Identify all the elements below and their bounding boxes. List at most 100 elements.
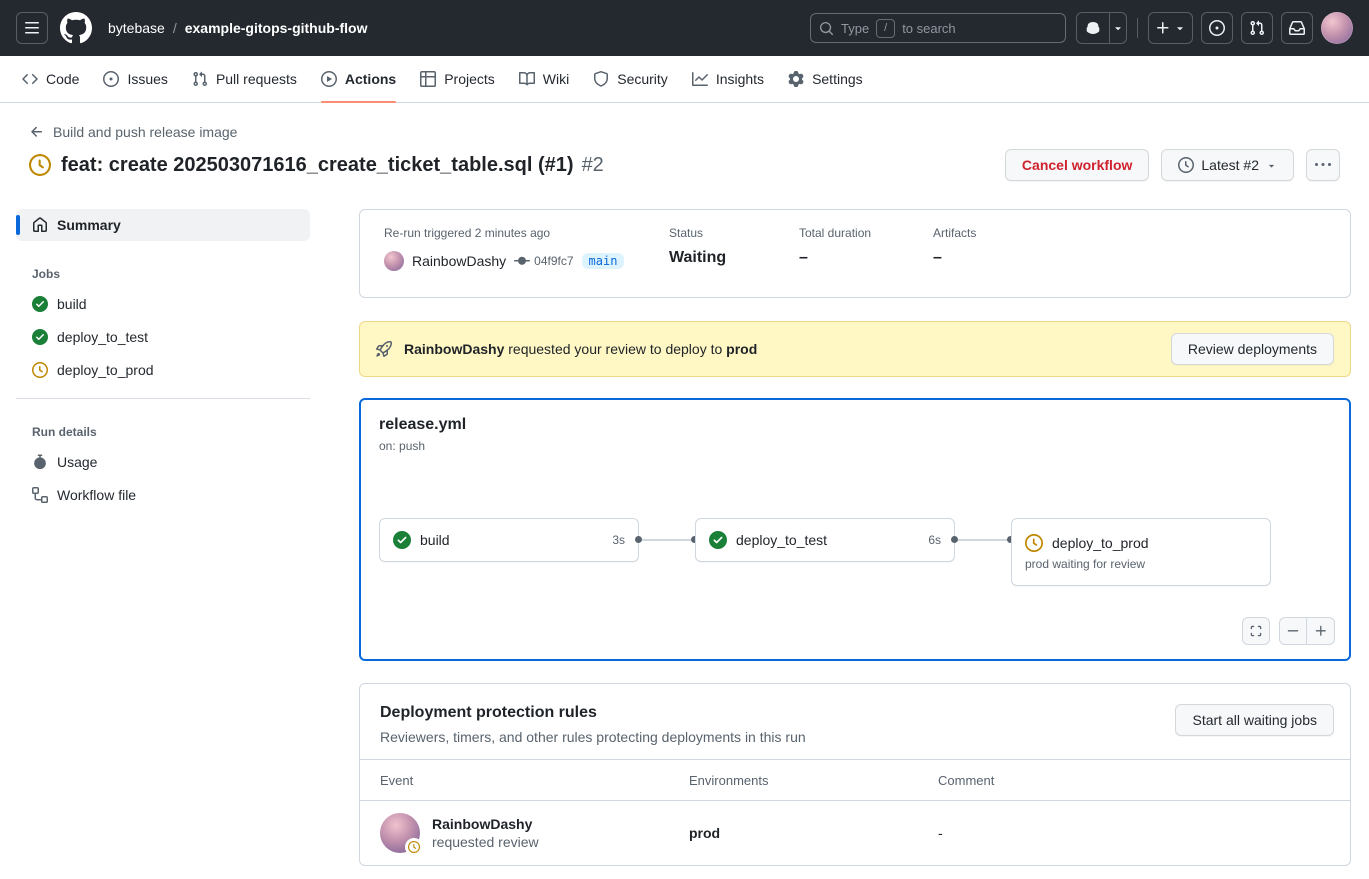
clock-icon	[1178, 157, 1194, 173]
tab-code[interactable]: Code	[12, 56, 89, 102]
github-logo[interactable]	[60, 12, 92, 44]
breadcrumb-org[interactable]: bytebase	[108, 20, 165, 36]
reviewer-avatar[interactable]	[380, 813, 420, 853]
issues-button[interactable]	[1201, 12, 1233, 44]
create-new-button[interactable]	[1148, 12, 1193, 44]
global-search-input[interactable]: Type / to search	[810, 13, 1066, 43]
workflow-graph-card: release.yml on: push build 3s deploy_to_…	[359, 398, 1351, 661]
graph-node-deploy-to-test[interactable]: deploy_to_test 6s	[695, 518, 955, 562]
tab-issues[interactable]: Issues	[93, 56, 177, 102]
sidebar-job-deploy-to-prod[interactable]: deploy_to_prod	[16, 353, 310, 386]
arrow-left-icon	[29, 124, 45, 140]
event-action: requested review	[432, 834, 539, 850]
workflow-file-name: release.yml	[379, 416, 1331, 434]
banner-actor: RainbowDashy	[404, 341, 504, 357]
actor-avatar[interactable]	[384, 251, 404, 271]
start-all-waiting-jobs-button[interactable]: Start all waiting jobs	[1175, 704, 1334, 736]
rules-header-text: Deployment protection rules Reviewers, t…	[380, 704, 806, 745]
jobs-heading: Jobs	[16, 267, 310, 281]
sidebar-workflow-file-label: Workflow file	[57, 487, 136, 503]
zoom-in-button[interactable]	[1307, 617, 1335, 645]
graph-node-build[interactable]: build 3s	[379, 518, 639, 562]
review-deployments-button[interactable]: Review deployments	[1171, 333, 1334, 365]
banner-message: requested your review to deploy to	[504, 341, 726, 357]
commit-ref[interactable]: 04f9fc7	[514, 253, 573, 269]
copilot-menu-caret[interactable]	[1109, 13, 1126, 43]
connector-line	[958, 539, 1008, 541]
graph-node-deploy-to-prod[interactable]: deploy_to_prod prod waiting for review	[1011, 518, 1271, 586]
inbox-icon	[1289, 20, 1305, 36]
copilot-button[interactable]	[1076, 12, 1127, 44]
run-options-kebab-button[interactable]	[1306, 149, 1340, 181]
zoom-controls	[1279, 617, 1335, 645]
sidebar-item-summary[interactable]: Summary	[16, 209, 310, 241]
back-link[interactable]: Build and push release image	[29, 124, 237, 140]
graph-header: release.yml on: push	[361, 400, 1349, 453]
user-avatar[interactable]	[1321, 12, 1353, 44]
connector-dot	[951, 536, 958, 543]
tab-insights[interactable]: Insights	[682, 56, 774, 102]
stopwatch-icon	[32, 454, 48, 470]
tab-label: Projects	[444, 71, 495, 87]
review-request-text: RainbowDashy requested your review to de…	[404, 341, 1159, 357]
branch-badge[interactable]: main	[582, 253, 625, 269]
screen-full-icon	[1249, 624, 1263, 638]
duration-label: Total duration	[799, 226, 933, 240]
rules-subtitle: Reviewers, timers, and other rules prote…	[380, 729, 806, 745]
connector-line	[642, 539, 692, 541]
check-circle-icon	[32, 296, 48, 312]
shield-icon	[593, 71, 609, 87]
artifacts-value: –	[933, 249, 1326, 267]
git-pull-request-icon	[192, 71, 208, 87]
sidebar-item-workflow-file[interactable]: Workflow file	[16, 478, 310, 511]
zoom-out-button[interactable]	[1279, 617, 1307, 645]
tab-label: Actions	[345, 71, 396, 87]
check-circle-icon	[32, 329, 48, 345]
column-header-environments: Environments	[689, 773, 938, 788]
graph-node-duration: 6s	[928, 533, 941, 547]
connector-dot	[635, 536, 642, 543]
cancel-workflow-button[interactable]: Cancel workflow	[1005, 149, 1149, 181]
git-commit-icon	[514, 253, 530, 269]
breadcrumb-repo[interactable]: example-gitops-github-flow	[185, 20, 368, 36]
tab-wiki[interactable]: Wiki	[509, 56, 579, 102]
rules-title: Deployment protection rules	[380, 704, 806, 722]
header-divider	[1137, 18, 1138, 38]
event-cell: RainbowDashy requested review	[380, 813, 689, 853]
search-placeholder-prefix: Type	[841, 21, 869, 36]
column-header-event: Event	[380, 773, 689, 788]
sidebar-job-build[interactable]: build	[16, 287, 310, 320]
pull-requests-button[interactable]	[1241, 12, 1273, 44]
tab-label: Pull requests	[216, 71, 297, 87]
fullscreen-button[interactable]	[1242, 617, 1270, 645]
graph-node-label: deploy_to_prod	[1052, 535, 1149, 551]
issue-opened-icon	[1209, 20, 1225, 36]
sidebar-summary-label: Summary	[57, 217, 121, 233]
tab-security[interactable]: Security	[583, 56, 678, 102]
graph-node-label: build	[420, 532, 450, 548]
tab-actions[interactable]: Actions	[311, 56, 406, 102]
tab-pull-requests[interactable]: Pull requests	[182, 56, 307, 102]
tab-projects[interactable]: Projects	[410, 56, 505, 102]
reviewer-name[interactable]: RainbowDashy	[432, 816, 539, 832]
tab-settings[interactable]: Settings	[778, 56, 873, 102]
chevron-down-icon	[1266, 160, 1277, 171]
play-icon	[321, 71, 337, 87]
graph-icon	[692, 71, 708, 87]
latest-run-dropdown[interactable]: Latest #2	[1161, 149, 1294, 181]
graph-node-duration: 3s	[612, 533, 625, 547]
artifacts-label: Artifacts	[933, 226, 1326, 240]
run-main: Re-run triggered 2 minutes ago RainbowDa…	[359, 209, 1351, 866]
hamburger-button[interactable]	[16, 12, 48, 44]
check-circle-icon	[393, 531, 411, 549]
home-icon	[32, 217, 48, 233]
comment-cell: -	[938, 825, 1350, 841]
trigger-text: Re-run triggered 2 minutes ago	[384, 226, 669, 240]
inbox-button[interactable]	[1281, 12, 1313, 44]
run-actions: Cancel workflow Latest #2	[1005, 149, 1340, 181]
sidebar-item-usage[interactable]: Usage	[16, 445, 310, 478]
sidebar-job-deploy-to-test[interactable]: deploy_to_test	[16, 320, 310, 353]
plus-icon	[1155, 20, 1171, 36]
sidebar-usage-label: Usage	[57, 454, 97, 470]
actor-name[interactable]: RainbowDashy	[412, 253, 506, 269]
